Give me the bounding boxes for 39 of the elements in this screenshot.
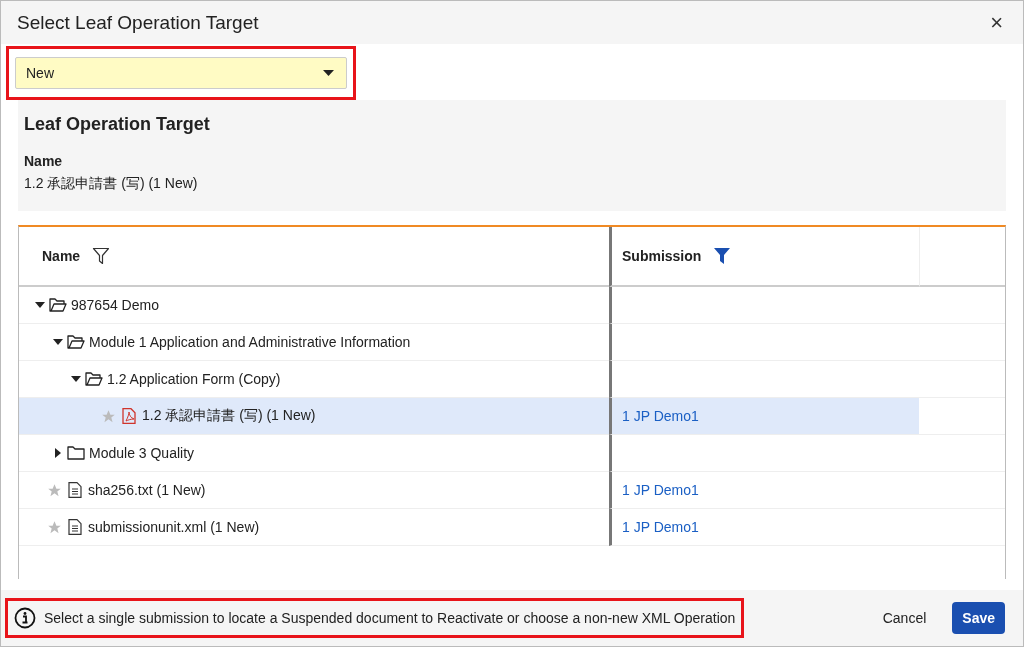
field-value: 1.2 承認申請書 (写) (1 New) — [24, 175, 199, 193]
caret-down-icon[interactable] — [53, 337, 63, 347]
column-header[interactable]: Name — [42, 248, 81, 264]
filter-icon[interactable] — [713, 247, 732, 265]
section-heading: Leaf Operation Target — [24, 114, 211, 135]
dialog-title: Select Leaf Operation Target — [17, 11, 259, 34]
field-label: Name — [24, 153, 64, 169]
tree-item-label[interactable]: submissionunit.xml (1 New) — [88, 519, 260, 535]
tree-item-label[interactable]: Module 1 Application and Administrative Information — [89, 334, 411, 350]
column-header[interactable]: Submission — [622, 248, 702, 264]
caret-down-icon[interactable] — [323, 70, 334, 76]
table-cell[interactable]: 1 JP Demo1 — [609, 509, 919, 546]
save-button[interactable]: Save — [952, 602, 1005, 634]
star-icon[interactable] — [47, 482, 62, 498]
star-icon[interactable] — [47, 519, 62, 535]
operation-dropdown[interactable]: New — [15, 57, 347, 89]
tree-item-label[interactable]: 987654 Demo — [71, 297, 159, 313]
tree-item-label[interactable]: sha256.txt (1 New) — [88, 482, 206, 498]
filter-icon[interactable] — [92, 247, 111, 265]
document-icon — [66, 482, 84, 498]
close-button[interactable]: × — [986, 9, 1007, 36]
caret-down-icon[interactable] — [35, 300, 45, 310]
caret-right-icon[interactable] — [53, 448, 63, 458]
open-folder-icon — [49, 297, 67, 313]
open-folder-icon — [67, 334, 85, 350]
info-message: Select a single submission to locate a Suspended document to Reactivate or choose a non-new XML Operation — [44, 610, 736, 626]
open-folder-icon — [85, 371, 103, 387]
cancel-button[interactable]: Cancel — [872, 602, 937, 634]
document-icon — [66, 519, 84, 535]
table-cell[interactable]: 1 JP Demo1 — [609, 398, 919, 435]
pdf-file-icon — [120, 408, 138, 424]
caret-down-icon[interactable] — [71, 374, 81, 384]
folder-icon — [67, 445, 85, 461]
tree-item-label[interactable]: 1.2 Application Form (Copy) — [107, 371, 281, 387]
tree-item-label[interactable]: Module 3 Quality — [89, 445, 195, 461]
table-cell[interactable]: 1 JP Demo1 — [609, 472, 919, 509]
info-icon — [14, 607, 36, 629]
tree-item-label[interactable]: 1.2 承認申請書 (写) (1 New) — [142, 407, 316, 425]
star-icon[interactable] — [101, 408, 116, 424]
